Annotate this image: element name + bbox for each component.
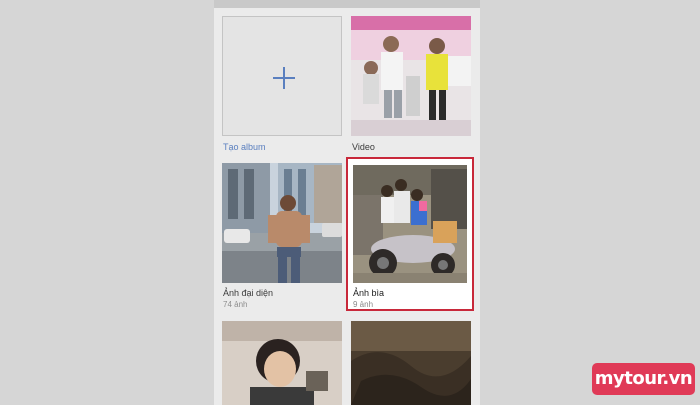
album-video-label: Video bbox=[352, 142, 375, 152]
album-profile-photos-count: 74 ảnh bbox=[223, 300, 248, 309]
status-bar bbox=[214, 0, 480, 8]
album-profile-photos[interactable]: Ảnh đại diện 74 ảnh bbox=[222, 163, 342, 313]
album-photo-tile[interactable] bbox=[222, 321, 342, 405]
album-cover-photos-count: 9 ảnh bbox=[353, 300, 374, 309]
create-album-label: Tạo album bbox=[223, 142, 266, 152]
mytour-logo: mytour.vn bbox=[592, 363, 695, 395]
album-profile-photos-thumbnail[interactable] bbox=[222, 163, 342, 283]
album-profile-photos-label: Ảnh đại diện bbox=[223, 288, 274, 298]
album-cover-photos-label: Ảnh bìa bbox=[353, 288, 385, 298]
create-album-box[interactable] bbox=[222, 16, 342, 136]
album-photo-tile-2[interactable] bbox=[351, 321, 471, 405]
create-album-tile[interactable]: Tạo album bbox=[222, 16, 342, 156]
album-video[interactable]: Video bbox=[351, 16, 471, 156]
album-cover-photos-thumbnail[interactable] bbox=[353, 165, 467, 283]
plus-icon-vertical bbox=[283, 67, 285, 89]
album-photo-thumbnail-2[interactable] bbox=[351, 321, 471, 405]
album-cover-photos[interactable]: Ảnh bìa 9 ảnh bbox=[346, 157, 474, 311]
album-photo-thumbnail[interactable] bbox=[222, 321, 342, 405]
album-video-thumbnail[interactable] bbox=[351, 16, 471, 136]
